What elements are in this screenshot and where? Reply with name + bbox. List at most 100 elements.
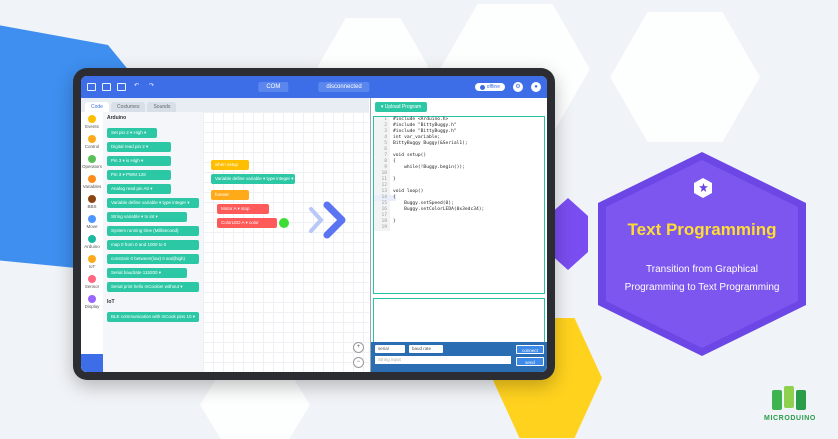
line-number: 19 — [374, 225, 390, 231]
workspace-setup-block[interactable]: when setup — [211, 160, 249, 170]
block-palette: Arduino Set pin 2 ▾ High ▾ Digital read … — [105, 112, 201, 372]
gear-icon[interactable]: ⚙ — [513, 82, 523, 92]
category-item[interactable]: BBS — [81, 192, 103, 212]
category-item[interactable]: Events — [81, 112, 103, 132]
port-select[interactable]: COM — [258, 82, 289, 92]
category-item[interactable]: Move — [81, 212, 103, 232]
new-file-icon[interactable] — [87, 83, 96, 91]
topbar-center: COM disconnected — [258, 82, 370, 92]
category-item[interactable]: Variables — [81, 172, 103, 192]
send-button[interactable]: send — [516, 357, 544, 366]
open-folder-icon[interactable] — [102, 83, 111, 91]
palette-heading-iot: IoT — [107, 299, 115, 305]
color-swatch[interactable] — [279, 218, 289, 228]
category-label: Control — [84, 144, 100, 149]
topbar-right: offline ⚙ ● — [474, 82, 541, 92]
category-dot-icon — [88, 195, 96, 203]
tab-costumes[interactable]: Costumes — [110, 102, 146, 112]
decorative-hex — [610, 12, 760, 142]
badge-subtitle-line2: Programming to Text Programming — [624, 282, 780, 293]
category-label: Arduino — [84, 244, 100, 249]
serial-output — [373, 298, 545, 344]
code-text: BittyBuggy Buggy(&Serial1); — [393, 141, 468, 146]
serial-bar: serial baud rate String input connect se… — [371, 342, 547, 372]
workspace-define-block[interactable]: Variable define variable ▾ type integer … — [211, 174, 295, 184]
offline-label: offline — [486, 84, 500, 90]
palette-block[interactable]: System running time (Millisecond) — [107, 226, 199, 236]
palette-block[interactable]: constrain 0 between(low) 0 and(high) — [107, 254, 199, 264]
category-item[interactable]: Display — [81, 292, 103, 312]
palette-block[interactable]: map 0 from 0 and 1000 to 0 — [107, 240, 199, 250]
palette-block[interactable]: Variable define variable ▾ type integer … — [107, 198, 199, 208]
category-item[interactable]: Arduino — [81, 232, 103, 252]
toggle-knob — [479, 84, 485, 90]
code-line: 19 — [374, 225, 544, 231]
category-label: Operators — [81, 164, 102, 169]
category-dot-icon — [88, 295, 96, 303]
extension-button[interactable] — [81, 354, 103, 372]
connect-button[interactable]: connect — [516, 345, 544, 354]
microduino-logo: MICRODUINO — [760, 386, 820, 434]
category-label: BBS — [87, 204, 97, 209]
offline-toggle[interactable]: offline — [474, 83, 505, 91]
code-text: while(!Buggy.begin()); — [393, 165, 465, 170]
code-editor[interactable]: 1 #include <Arduino.h> 2 #include "BittyBug… — [373, 116, 545, 294]
palette-block[interactable]: Serial print hello mCookie! without ▾ — [107, 282, 199, 292]
redo-icon[interactable]: ↷ — [147, 83, 156, 91]
palette-block[interactable]: Pin 3 ▾ is High ▾ — [107, 156, 171, 166]
category-item[interactable]: Control — [81, 132, 103, 152]
palette-block[interactable]: String variable ▾ to int ▾ — [107, 212, 187, 222]
tab-code[interactable]: Code — [85, 102, 109, 112]
workspace-colorled-block[interactable]: ColorLED A ▾ color — [217, 218, 277, 228]
code-pane: ▾ Upload Program 1 #include <Arduino.h> 2 #… — [371, 98, 547, 372]
category-dot-icon — [88, 255, 96, 263]
block-workspace[interactable]: when setup Variable define variable ▾ ty… — [203, 112, 369, 372]
microduino-logo-icon — [772, 386, 806, 410]
star-icon — [699, 183, 708, 192]
category-label: Display — [84, 304, 100, 309]
promo-banner: ↶ ↷ COM disconnected offline ⚙ ● Code Co… — [0, 0, 838, 439]
category-dot-icon — [88, 115, 96, 123]
upload-program-button[interactable]: ▾ Upload Program — [375, 102, 427, 112]
category-label: Sensor — [84, 284, 100, 289]
category-sidebar: Events Control Operators Variables BBS Move Ar… — [81, 112, 103, 372]
category-item[interactable]: IoT — [81, 252, 103, 272]
ide-topbar: ↶ ↷ COM disconnected offline ⚙ ● — [81, 76, 547, 98]
palette-block[interactable]: Pin 3 ▾ PWM 128 — [107, 170, 171, 180]
zoom-in-icon[interactable]: + — [353, 342, 364, 353]
palette-block[interactable]: Digital read pin 2 ▾ — [107, 142, 171, 152]
palette-block[interactable]: BLE communication with mCook pins 10 ▾ — [107, 312, 199, 322]
user-avatar-icon[interactable]: ● — [531, 82, 541, 92]
logo-text: MICRODUINO — [764, 415, 816, 422]
category-label: IoT — [88, 264, 96, 269]
category-dot-icon — [88, 135, 96, 143]
category-item[interactable]: Operators — [81, 152, 103, 172]
save-icon[interactable] — [117, 83, 126, 91]
connection-status[interactable]: disconnected — [318, 82, 370, 92]
chevron-right-icon — [323, 201, 346, 239]
category-label: Move — [86, 224, 98, 229]
palette-block[interactable]: Analog read pin A0 ▾ — [107, 184, 171, 194]
category-dot-icon — [88, 235, 96, 243]
tab-sounds[interactable]: Sounds — [147, 102, 177, 112]
workspace-forever-block[interactable]: forever — [211, 190, 249, 200]
palette-heading: Arduino — [107, 115, 127, 121]
zoom-out-icon[interactable]: − — [353, 357, 364, 368]
baud-rate-select[interactable]: baud rate — [409, 345, 443, 353]
undo-icon[interactable]: ↶ — [132, 83, 141, 91]
workspace-motor-block[interactable]: Motor A ▾ stop — [217, 204, 269, 214]
badge-subtitle-line1: Transition from Graphical — [646, 264, 758, 275]
code-text: Buggy.setColorLEDA(0x3edc34); — [393, 207, 485, 212]
category-item[interactable]: Sensor — [81, 272, 103, 292]
editor-tabs: Code Costumes Sounds — [81, 98, 369, 112]
badge-subtitle: Transition from Graphical Programming to… — [604, 261, 800, 297]
category-dot-icon — [88, 275, 96, 283]
palette-block[interactable]: Serial baudrate 115200 ▾ — [107, 268, 187, 278]
palette-block[interactable]: Set pin 2 ▾ High ▾ — [107, 128, 157, 138]
serial-select[interactable]: serial — [375, 345, 405, 353]
category-dot-icon — [88, 215, 96, 223]
badge-title: Text Programming — [627, 220, 777, 239]
category-dot-icon — [88, 175, 96, 183]
string-input[interactable]: String input — [375, 356, 511, 364]
